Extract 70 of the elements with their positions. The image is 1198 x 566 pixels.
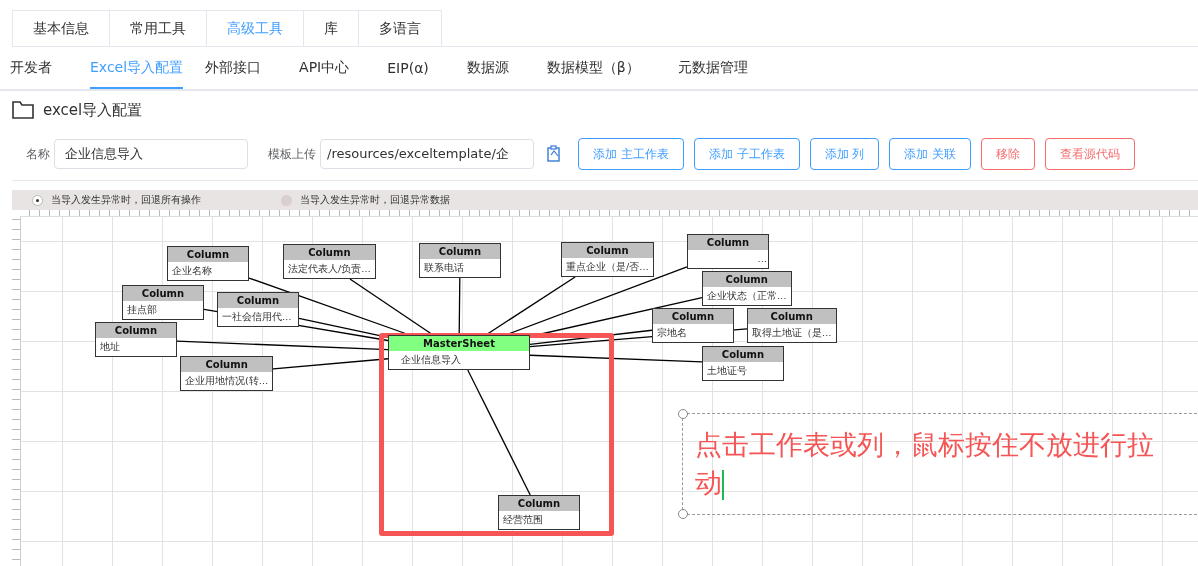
node-label: 企业状态（正常… bbox=[706, 289, 788, 303]
template-field[interactable]: /resources/exceltemplate/企 bbox=[320, 139, 534, 169]
radio-button[interactable] bbox=[32, 194, 43, 206]
node-label: 经营范围 bbox=[502, 513, 544, 527]
node-title: Column bbox=[123, 286, 203, 301]
node-title: Column bbox=[168, 247, 248, 262]
node-title: Column bbox=[688, 235, 768, 250]
node-title: Column bbox=[499, 496, 579, 511]
tab[interactable]: 数据模型（β） bbox=[546, 49, 656, 89]
tab[interactable]: 数据源 bbox=[466, 49, 525, 89]
node-label: 联系电话 bbox=[423, 261, 465, 275]
column-node[interactable]: Column … bbox=[687, 234, 769, 269]
tab[interactable]: API中心 bbox=[299, 49, 366, 89]
resize-handle[interactable] bbox=[678, 509, 688, 519]
node-title: Column bbox=[420, 244, 500, 259]
node-title: Column bbox=[703, 347, 783, 362]
tab[interactable]: 多语言 bbox=[359, 10, 442, 46]
column-node[interactable]: Column 挂点部 bbox=[122, 285, 204, 320]
node-title: Column bbox=[96, 323, 176, 338]
folder-icon bbox=[12, 101, 34, 119]
radio-label: 当导入发生异常时，回退异常数据 bbox=[300, 193, 450, 207]
node-title: Column bbox=[653, 309, 733, 324]
node-label: 企业用地情况(转… bbox=[184, 374, 270, 388]
column-node[interactable]: Column 企业用地情况(转… bbox=[180, 356, 274, 391]
node-label: 宗地名 bbox=[656, 326, 688, 340]
clipboard-icon[interactable] bbox=[546, 145, 562, 163]
tab[interactable]: 基本信息 bbox=[12, 10, 110, 46]
tab[interactable]: 开发者 bbox=[10, 49, 68, 89]
field-label: 名称 bbox=[26, 145, 50, 163]
node-label: … bbox=[756, 252, 768, 266]
node-label: 企业名称 bbox=[171, 264, 213, 278]
node-title: MasterSheet bbox=[389, 336, 529, 351]
radio-label: 当导入发生异常时，回退所有操作 bbox=[51, 193, 201, 207]
tab[interactable]: 元数据管理 bbox=[677, 49, 764, 89]
column-node[interactable]: Column 一社会信用代… bbox=[217, 292, 299, 327]
node-title: Column bbox=[748, 309, 836, 324]
tab[interactable]: 常用工具 bbox=[110, 10, 207, 46]
node-title: Column bbox=[284, 245, 375, 260]
resize-handle[interactable] bbox=[678, 409, 688, 419]
column-node[interactable]: Column 取得土地证（是… bbox=[747, 308, 837, 343]
node-label: 法定代表人/负责… bbox=[287, 262, 372, 276]
sheet-node[interactable]: MasterSheet 企业信息导入 bbox=[388, 335, 530, 370]
node-title: Column bbox=[218, 293, 298, 308]
annotation-text: 点击工作表或列，鼠标按住不放进行拉动 bbox=[695, 428, 1155, 502]
node-label: 挂点部 bbox=[126, 303, 158, 317]
column-node[interactable]: Column 地址 bbox=[95, 322, 177, 357]
column-node[interactable]: Column 土地证号 bbox=[702, 346, 784, 381]
node-title: Column bbox=[562, 243, 653, 258]
node-label: 地址 bbox=[99, 340, 121, 354]
column-node[interactable]: Column 经营范围 bbox=[498, 495, 580, 530]
column-node[interactable]: Column 法定代表人/负责… bbox=[283, 244, 376, 279]
column-node[interactable]: Column 联系电话 bbox=[419, 243, 501, 278]
node-label: 一社会信用代… bbox=[221, 310, 293, 324]
node-label: 取得土地证（是… bbox=[751, 326, 833, 340]
tab[interactable]: 库 bbox=[304, 10, 359, 46]
column-node[interactable]: Column 宗地名 bbox=[652, 308, 734, 343]
column-node[interactable]: Column 重点企业（是/否… bbox=[561, 242, 654, 277]
column-node[interactable]: Column 企业状态（正常… bbox=[702, 271, 792, 306]
node-title: Column bbox=[703, 272, 791, 287]
node-label: 重点企业（是/否… bbox=[565, 260, 650, 274]
column-node[interactable]: Column 企业名称 bbox=[167, 246, 249, 281]
tab[interactable]: EIP(α) bbox=[387, 49, 445, 89]
connector-line bbox=[458, 277, 461, 336]
page-title: excel导入配置 bbox=[43, 100, 143, 120]
tab[interactable]: 外部接口 bbox=[205, 49, 278, 89]
node-title: Column bbox=[181, 357, 273, 372]
name-field[interactable]: 企业信息导入 bbox=[54, 139, 248, 169]
node-label: 企业信息导入 bbox=[400, 353, 462, 367]
node-label: 土地证号 bbox=[706, 364, 748, 378]
field-label: 模板上传 bbox=[268, 145, 316, 163]
